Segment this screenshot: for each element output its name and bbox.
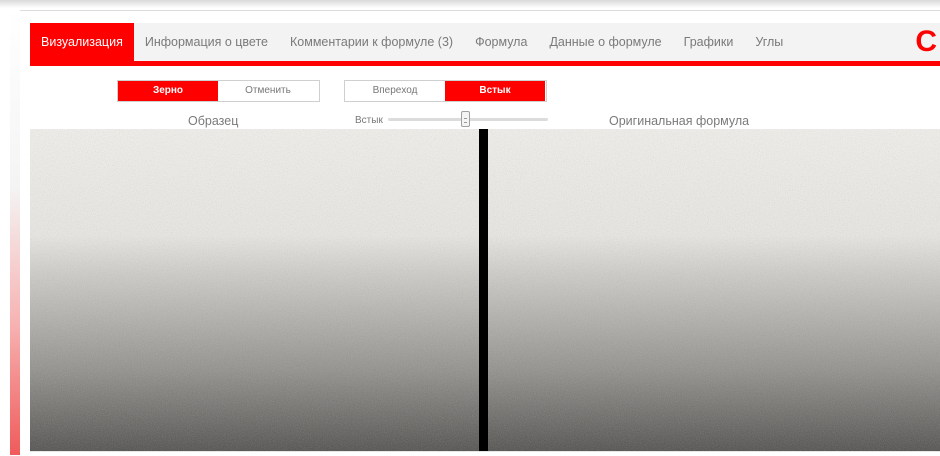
tab-charts[interactable]: Графики — [673, 23, 745, 61]
grain-mode-toggle: Зерно Отменить — [117, 80, 320, 102]
sample-label: Образец — [188, 114, 239, 128]
grain-button[interactable]: Зерно — [118, 81, 218, 101]
tab-visualization[interactable]: Визуализация — [30, 23, 134, 61]
sample-swatch — [30, 129, 479, 451]
tab-formula-data[interactable]: Данные о формуле — [538, 23, 672, 61]
visualization-panel: Визуализация Информация о цвете Коммента… — [20, 10, 940, 456]
original-formula-label: Оригинальная формула — [609, 114, 750, 128]
brand-logo: C — [915, 25, 937, 58]
tab-list: Визуализация Информация о цвете Коммента… — [30, 23, 940, 61]
cancel-button[interactable]: Отменить — [218, 81, 318, 101]
tab-color-info[interactable]: Информация о цвете — [134, 23, 279, 61]
comparison-slider-thumb[interactable] — [461, 111, 470, 127]
tab-formula-comments[interactable]: Комментарии к формуле (3) — [279, 23, 464, 61]
top-shadow — [0, 0, 940, 8]
panel-bottom-border — [30, 451, 940, 452]
view-mode-toggle: Вперeход Встык — [344, 80, 547, 102]
butt-button[interactable]: Встык — [445, 81, 545, 101]
tab-bar: Визуализация Информация о цвете Коммента… — [30, 23, 940, 61]
tab-angles[interactable]: Углы — [744, 23, 794, 61]
left-gradient-strip — [10, 8, 20, 455]
slider-label: Встык — [355, 115, 383, 126]
tab-formula[interactable]: Формула — [464, 23, 538, 61]
tab-underline — [30, 61, 940, 66]
split-divider-handle[interactable] — [479, 129, 488, 451]
forward-button[interactable]: Вперeход — [345, 81, 445, 101]
original-formula-swatch — [488, 129, 940, 451]
